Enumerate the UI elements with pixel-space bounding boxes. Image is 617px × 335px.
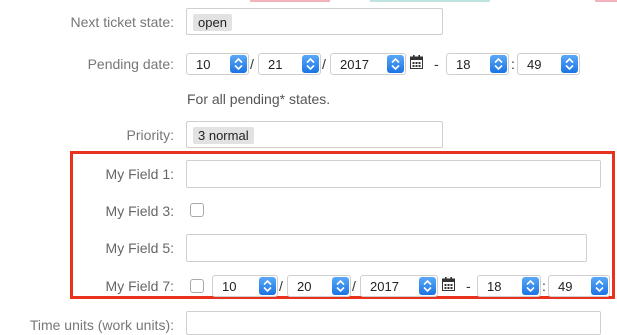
field1-input[interactable] [186,160,601,188]
field3-checkbox[interactable] [190,203,204,217]
pending-date-label: Pending date: [87,56,174,72]
pending-date-hint: For all pending* states. [187,91,331,107]
field7-time-sep: - [466,278,471,294]
field7-hour-value: 18 [487,279,502,294]
chevron-updown-icon [387,55,404,73]
priority-field[interactable]: 3 normal [186,121,443,148]
chevron-updown-icon [302,55,319,73]
pending-date-sep-1: / [250,56,254,72]
chevron-updown-icon [332,277,349,295]
field7-year-select[interactable]: 2017 [360,275,438,297]
pending-month-select[interactable]: 10 [186,53,249,75]
pending-minute-value: 49 [527,57,542,72]
time-units-input[interactable] [186,311,601,335]
field5-label: My Field 5: [105,240,174,256]
field7-month-select[interactable]: 10 [212,275,278,297]
calendar-icon[interactable] [442,277,455,294]
field1-label: My Field 1: [105,166,174,182]
priority-value: 3 normal [193,127,254,144]
chevron-updown-icon [230,55,247,73]
pending-hour-value: 18 [456,57,471,72]
next-state-value: open [193,14,232,31]
pending-time-sep: - [434,56,439,72]
field7-colon: : [542,278,546,294]
field7-checkbox[interactable] [190,279,204,293]
field7-month-value: 10 [222,279,237,294]
field7-year-value: 2017 [370,279,399,294]
calendar-icon[interactable] [410,55,423,72]
pending-year-value: 2017 [340,57,369,72]
chevron-updown-icon [419,277,436,295]
pending-day-value: 21 [268,57,283,72]
field3-label: My Field 3: [105,203,174,219]
chevron-updown-icon [259,277,276,295]
field7-date-sep-1: / [279,278,283,294]
priority-label: Priority: [126,127,174,143]
chevron-updown-icon [591,277,608,295]
pending-month-value: 10 [196,57,211,72]
field7-minute-value: 49 [558,279,573,294]
field5-input[interactable] [186,234,587,262]
field7-hour-select[interactable]: 18 [477,275,541,297]
pending-day-select[interactable]: 21 [258,53,321,75]
field7-day-select[interactable]: 20 [287,275,351,297]
field7-date-sep-2: / [352,278,356,294]
field7-minute-select[interactable]: 49 [548,275,610,297]
chevron-updown-icon [490,55,507,73]
pending-date-sep-2: / [322,56,326,72]
next-state-field[interactable]: open [186,8,443,35]
chevron-updown-icon [522,277,539,295]
field7-label: My Field 7: [105,278,174,294]
pending-minute-select[interactable]: 49 [517,53,580,75]
field7-day-value: 20 [297,279,312,294]
chevron-updown-icon [561,55,578,73]
pending-year-select[interactable]: 2017 [330,53,406,75]
next-state-label: Next ticket state: [70,14,174,30]
pending-hour-select[interactable]: 18 [446,53,509,75]
top-color-strip [0,0,617,2]
time-units-label: Time units (work units): [29,317,174,333]
pending-colon: : [511,56,515,72]
